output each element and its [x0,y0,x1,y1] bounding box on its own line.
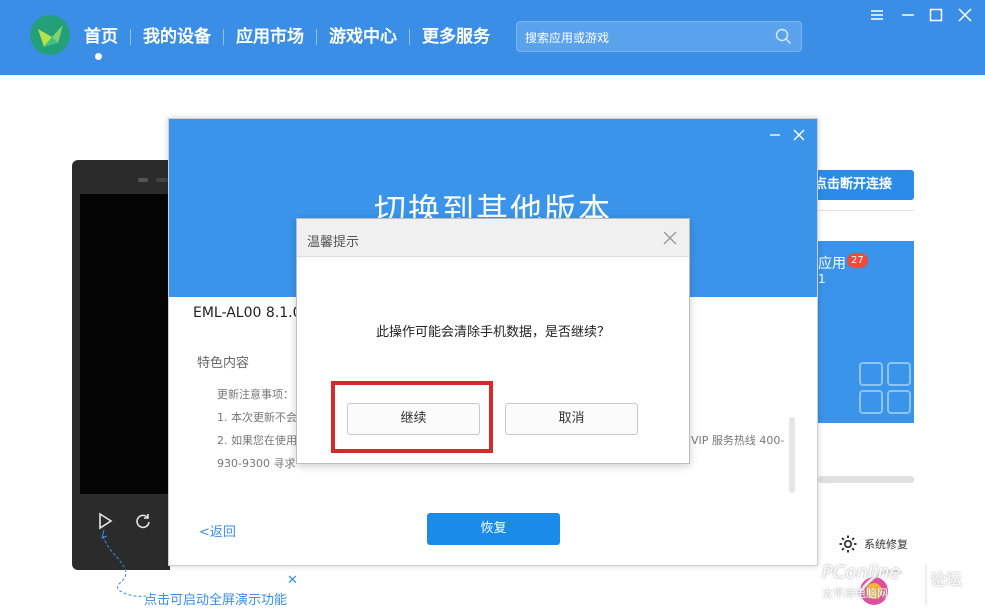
close-icon[interactable] [791,127,807,143]
release-notes-scrollbar[interactable] [789,417,795,493]
search-placeholder: 搜索应用或游戏 [525,31,610,45]
cancel-button[interactable]: 取消 [505,403,638,435]
phone-camera [138,178,148,182]
hint-close-icon[interactable]: ✕ [287,573,298,588]
hint-pointer-line [101,529,147,597]
nav-game-center-label: 游戏中心 [329,27,397,47]
app-logo-icon[interactable] [30,15,70,55]
watermark-forum-text: 论坛 [930,570,963,589]
nav-my-devices[interactable]: 我的设备 [131,26,223,48]
nav-home-label: 首页 [84,27,118,47]
version-name: EML-AL00 8.1.0 [193,305,302,321]
nav-more-services[interactable]: 更多服务 [410,26,502,48]
divider [818,210,914,211]
restore-button[interactable]: 恢复 [427,513,560,545]
apps-grid-icon [859,362,911,414]
search-icon[interactable] [775,28,792,45]
confirm-dialog-header: 温馨提示 [297,219,689,257]
features-heading: 特色内容 [197,356,250,371]
apps-tile[interactable]: 应用 27 1 [818,241,914,423]
release-note-line: 2. 如果您在使用 [217,434,297,447]
minimize-icon[interactable] [767,127,783,143]
top-bar: 首页 我的设备 应用市场 游戏中心 更多服务 搜索应用或游戏 [0,0,985,75]
maximize-icon[interactable] [928,7,944,23]
minimize-icon[interactable] [900,7,916,23]
nav-game-center[interactable]: 游戏中心 [317,26,409,48]
confirm-message: 此操作可能会清除手机数据，是否继续？ [375,325,610,340]
system-repair-label: 系统修复 [864,538,908,551]
watermark-text: PConline [822,562,901,583]
nav-more-services-label: 更多服务 [422,27,490,47]
gear-icon [839,535,857,553]
fullscreen-demo-hint: 点击可启动全屏演示功能 [144,593,288,608]
apps-tile-label: 应用 [818,256,846,272]
apps-count-badge: 27 [847,253,868,268]
back-link[interactable]: <返回 [199,521,236,540]
confirm-dialog-title: 温馨提示 [307,235,360,250]
apps-tile-subtext: 1 [818,272,826,286]
release-note-line: 更新注意事项： [217,388,294,401]
nav-app-market[interactable]: 应用市场 [224,26,316,48]
disconnect-button[interactable]: 点击断开连接 [810,170,914,200]
red-highlight-annotation [331,381,493,453]
main-nav: 首页 我的设备 应用市场 游戏中心 更多服务 [84,26,502,60]
close-icon[interactable] [957,7,973,23]
horizontal-scrollbar[interactable] [818,476,914,483]
system-repair-button[interactable]: 系统修复 [838,534,908,554]
nav-home[interactable]: 首页 [84,26,130,60]
nav-my-devices-label: 我的设备 [143,27,211,47]
release-note-line: 1. 本次更新不会 [217,411,297,424]
search-input[interactable]: 搜索应用或游戏 [516,21,802,52]
phone-screen [80,194,170,494]
phone-preview [72,160,170,570]
watermark-sub-text: 太平洋电脑网 [822,587,888,600]
close-icon[interactable] [663,231,677,245]
active-indicator [95,53,102,60]
release-note-line: 930-9300 寻求 [217,457,296,470]
release-note-line: VIP 服务热线 400- [691,434,785,447]
nav-app-market-label: 应用市场 [236,27,304,47]
menu-icon[interactable] [869,7,885,23]
